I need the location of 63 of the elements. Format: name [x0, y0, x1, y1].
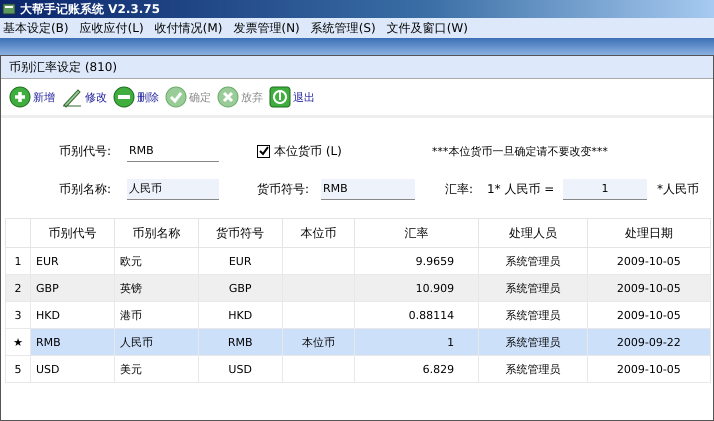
column-header: 货币符号 — [198, 218, 282, 248]
row-header: 5 — [6, 356, 30, 382]
warning-text: ***本位货币一旦确定请不要改变*** — [432, 144, 608, 158]
rate-prefix: 1* 人民币 = — [487, 180, 556, 198]
menu-item[interactable]: 应收应付(L) — [80, 20, 144, 36]
table-cell: GBP — [198, 274, 282, 302]
menu-item[interactable]: 基本设定(B) — [3, 20, 69, 36]
table-cell: 美元 — [114, 356, 198, 382]
menu-item[interactable]: 发票管理(N) — [233, 20, 300, 36]
toolbar-button[interactable]: 修改 — [61, 86, 107, 108]
check-icon — [258, 146, 268, 156]
table-row[interactable]: 2 GBP 英镑 GBP 10.909 系统管理员 2009-10-05 — [6, 274, 710, 302]
field-label: 币别名称: — [59, 180, 112, 198]
checkbox[interactable]: 本位货币 (L) — [257, 142, 342, 160]
menu-item[interactable]: 系统管理(S) — [310, 20, 376, 36]
table-cell: USD — [30, 356, 114, 382]
row-header: 2 — [6, 274, 30, 302]
column-header: 本位币 — [282, 218, 354, 248]
table-cell: 2009-09-22 — [587, 328, 710, 356]
dialog-title: 币别汇率设定 (810) — [9, 58, 118, 76]
input-field[interactable]: RMB — [321, 178, 415, 200]
column-header: 处理人员 — [478, 218, 588, 248]
column-header: 汇率 — [354, 218, 479, 248]
window-title: 大帮手记账系统 V2.3.75 — [20, 0, 160, 18]
menu-item[interactable]: 收付情况(M) — [154, 20, 222, 36]
table-row[interactable]: ★ RMB 人民币 RMB 本位币 1 系统管理员 2009-09-22 — [6, 328, 710, 356]
toolbar-button[interactable]: 新增 — [9, 86, 55, 108]
app-icon — [2, 2, 16, 16]
table-cell: 本位币 — [282, 328, 354, 356]
table-cell: USD — [198, 356, 282, 382]
column-header: 币别名称 — [114, 218, 198, 248]
table-cell: 系统管理员 — [478, 328, 588, 356]
table-cell: 2009-10-05 — [587, 274, 710, 302]
table-cell: 2009-10-05 — [587, 356, 710, 382]
table-cell: 10.909 — [354, 274, 479, 302]
toolbar-button[interactable]: 删除 — [113, 86, 159, 108]
table-cell: 人民币 — [114, 328, 198, 356]
table-cell: 1 — [354, 328, 479, 356]
table-cell: 6.829 — [354, 356, 479, 382]
input-field[interactable]: 1 — [563, 178, 647, 200]
menu-item[interactable]: 文件及窗口(W) — [386, 20, 468, 36]
table-cell: RMB — [30, 328, 114, 356]
minus-icon — [113, 86, 135, 108]
row-header: ★ — [6, 328, 30, 356]
field-label: 币别代号: — [59, 142, 112, 160]
field-label: 汇率: — [445, 180, 474, 198]
close-icon — [217, 86, 239, 108]
table-cell: RMB — [198, 328, 282, 356]
toolbar-button[interactable]: 退出 — [269, 86, 315, 108]
table-row[interactable]: 5 USD 美元 USD 6.829 系统管理员 2009-10-05 — [6, 356, 710, 382]
corner-cell — [6, 218, 30, 248]
rate-suffix: *人民币 — [657, 180, 699, 198]
input-field[interactable]: 人民币 — [127, 178, 219, 200]
table-cell: 英镑 — [114, 274, 198, 302]
column-header: 币别代号 — [30, 218, 114, 248]
plus-icon — [9, 86, 31, 108]
table-cell: 系统管理员 — [478, 274, 588, 302]
field-label: 货币符号: — [257, 180, 310, 198]
check-icon — [165, 86, 187, 108]
table-cell: GBP — [30, 274, 114, 302]
column-header: 处理日期 — [587, 218, 710, 248]
power-icon — [269, 86, 291, 108]
table-cell: 系统管理员 — [478, 356, 588, 382]
